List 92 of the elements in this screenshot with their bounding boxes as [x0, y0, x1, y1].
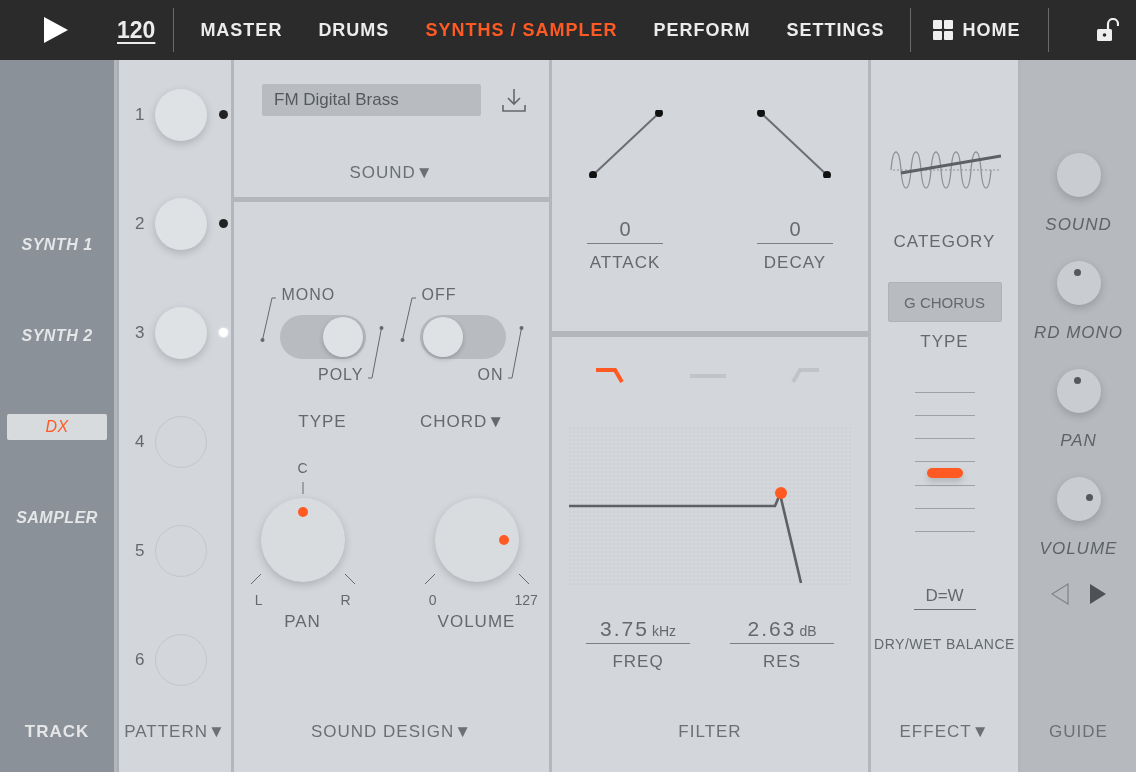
value-field[interactable]: 0: [757, 218, 833, 244]
pad-number: 3: [135, 322, 146, 343]
toggle-switch[interactable]: [279, 315, 366, 359]
toggle-option-label: OFF: [420, 286, 457, 305]
tempo-button[interactable]: 120: [117, 16, 156, 44]
track-tab[interactable]: SAMPLER: [7, 505, 107, 531]
track-tab[interactable]: DX: [7, 414, 107, 440]
grid-icon: [933, 20, 954, 40]
pattern-pad[interactable]: [155, 197, 207, 250]
scale-label: L: [254, 592, 263, 608]
column-label: TRACK: [24, 722, 90, 742]
nav-tab[interactable]: MASTER: [184, 19, 299, 41]
nav-tab[interactable]: DRUMS: [302, 19, 406, 41]
control-label: CATEGORY: [893, 232, 996, 252]
download-icon[interactable]: [501, 87, 527, 113]
knob-indicator: [1073, 268, 1081, 276]
attack-curve-drawing[interactable]: [587, 110, 663, 178]
control-label: PAN: [283, 612, 322, 632]
scale-label: 127: [514, 592, 538, 608]
slider-handle[interactable]: [926, 468, 963, 479]
guide-knob[interactable]: [1056, 477, 1101, 521]
pad-number: 5: [135, 540, 146, 561]
track-tab[interactable]: SYNTH 1: [7, 232, 107, 258]
knob-indicator: [499, 534, 510, 545]
toggle-switch[interactable]: [419, 315, 506, 359]
play-icon[interactable]: [43, 16, 69, 44]
column-label: PATTERN▼: [124, 722, 226, 742]
control-label: DECAY: [763, 253, 827, 273]
track-tab[interactable]: SYNTH 2: [7, 323, 107, 349]
control-label: FREQ: [612, 652, 664, 672]
control-label: VOLUME: [436, 612, 517, 632]
control-label: RES: [763, 652, 801, 672]
next-arrow-icon[interactable]: [1088, 583, 1107, 605]
filter-response-graph[interactable]: [569, 427, 851, 585]
home-button[interactable]: HOME: [921, 19, 1039, 41]
section-label[interactable]: SOUND▼: [349, 163, 434, 183]
leader-line: [507, 324, 524, 380]
value-field[interactable]: D=W: [913, 586, 976, 610]
leader-line: [367, 324, 384, 380]
rotary-knob[interactable]: [434, 498, 519, 582]
control-label: TYPE: [297, 412, 348, 432]
unit-label: kHz: [651, 623, 676, 639]
guide-knob[interactable]: [1056, 261, 1101, 305]
scale-label: 0: [428, 592, 437, 608]
knob-indicator: [297, 507, 308, 517]
control-label: SOUND: [1045, 215, 1112, 235]
leader-line: [399, 296, 416, 344]
control-label: TYPE: [920, 332, 969, 352]
preset-field[interactable]: FM Digital Brass: [262, 84, 481, 116]
pad-number: 1: [135, 104, 146, 125]
pad-number: 6: [135, 649, 146, 670]
control-label: PAN: [1060, 431, 1097, 451]
value-text: 3.75: [600, 617, 649, 641]
tick-mark: [344, 574, 355, 584]
value-text: 2.63: [747, 617, 797, 641]
nav-tab[interactable]: PERFORM: [637, 19, 767, 41]
pattern-pad[interactable]: [155, 306, 207, 359]
knob-indicator: [1073, 376, 1081, 384]
pattern-pad[interactable]: [155, 88, 207, 141]
control-label: DRY/WET BALANCE: [874, 636, 1015, 652]
tick-mark: [250, 574, 261, 584]
value-field[interactable]: 0: [587, 218, 663, 244]
tick-mark: [424, 574, 435, 584]
slider-track[interactable]: [914, 392, 975, 532]
decay-curve-drawing[interactable]: [757, 110, 833, 178]
pad-number: 4: [135, 431, 146, 452]
toggle-option-label: MONO: [280, 286, 336, 305]
rotary-knob[interactable]: [260, 498, 345, 582]
effect-type-button[interactable]: G CHORUS: [887, 282, 1002, 322]
section-label[interactable]: EFFECT▼: [899, 722, 990, 742]
pad-number: 2: [135, 213, 146, 234]
toggle-option-label: ON: [477, 366, 505, 385]
section-label: GUIDE: [1049, 722, 1108, 742]
control-label: RD MONO: [1033, 323, 1124, 343]
scale-label: R: [340, 592, 351, 608]
section-label[interactable]: SOUND DESIGN▼: [310, 722, 473, 742]
dropdown-label[interactable]: CHORD▼: [403, 412, 522, 432]
unlocked-icon[interactable]: [1095, 18, 1120, 42]
leader-line: [259, 296, 276, 344]
guide-button[interactable]: [1056, 153, 1101, 197]
unit-label: dB: [799, 623, 817, 639]
control-label: VOLUME: [1039, 539, 1118, 559]
knob-indicator: [1085, 493, 1093, 501]
tick-mark: [301, 482, 304, 494]
tick-mark: [518, 574, 529, 584]
scale-label: C: [297, 460, 308, 478]
toggle-option-label: POLY: [318, 366, 365, 385]
nav-tab[interactable]: SYNTHS / SAMPLER: [409, 19, 634, 41]
section-label: FILTER: [678, 722, 742, 742]
guide-knob[interactable]: [1056, 369, 1101, 413]
control-label: ATTACK: [589, 253, 661, 273]
nav-tab[interactable]: SETTINGS: [770, 19, 901, 41]
